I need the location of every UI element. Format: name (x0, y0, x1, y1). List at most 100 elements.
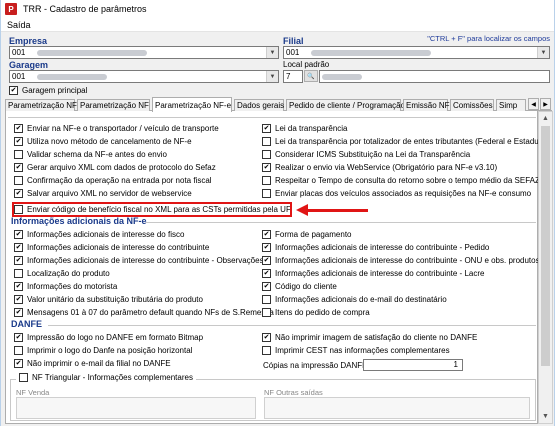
checkbox[interactable] (14, 295, 23, 304)
info-right-5[interactable]: Informações adicionais do e-mail do dest… (262, 295, 447, 304)
danfe-left-2[interactable]: Não imprimir o e-mail da filial no DANFE (14, 359, 171, 368)
tab-simp[interactable]: Simp (496, 99, 526, 111)
nfe-left-5[interactable]: Salvar arquivo XML no servidor de webser… (14, 189, 192, 198)
nf-venda-field[interactable] (16, 397, 256, 419)
filial-select[interactable]: 001 ▼ (283, 46, 550, 59)
nfe-right-0[interactable]: Lei da transparência (262, 124, 348, 133)
checkbox[interactable] (14, 333, 23, 342)
triangular-checkbox[interactable] (19, 373, 28, 382)
tab-scroll-right-icon[interactable]: ▶ (540, 98, 551, 110)
chevron-down-icon[interactable]: ▼ (266, 47, 278, 58)
checkbox[interactable] (14, 163, 23, 172)
tab-dados-gerais[interactable]: Dados gerais (234, 99, 284, 111)
checkbox[interactable] (14, 308, 23, 317)
empresa-select[interactable]: 001 ▼ (9, 46, 279, 59)
danfe-copies-input[interactable]: 1 (363, 359, 463, 371)
tab-parametrizacao-nf-1[interactable]: Parametrização NF (5, 99, 77, 111)
checkbox-label: Informações adicionais de interesse do c… (275, 256, 540, 265)
danfe-right-1[interactable]: Imprimir CEST nas informações complement… (262, 346, 450, 355)
nfe-left-4[interactable]: Confirmação da operação na entrada por n… (14, 176, 212, 185)
nfe-right-2[interactable]: Considerar ICMS Substituição na Lei da T… (262, 150, 470, 159)
tab-scroll-left-icon[interactable]: ◀ (528, 98, 539, 110)
tab-parametrizacao-nf-2[interactable]: Parametrização NF (77, 99, 150, 111)
info-right-4[interactable]: Código do cliente (262, 282, 337, 291)
checkbox[interactable] (14, 243, 23, 252)
checkbox[interactable] (262, 137, 271, 146)
checkbox[interactable] (262, 243, 271, 252)
nfe-right-4[interactable]: Respeitar o Tempo de consulta do retorno… (262, 176, 540, 185)
nf-outras-field[interactable] (264, 397, 530, 419)
info-right-2[interactable]: Informações adicionais de interesse do c… (262, 256, 540, 265)
info-left-1[interactable]: Informações adicionais de interesse do c… (14, 243, 209, 252)
checkbox[interactable] (14, 346, 23, 355)
garagem-principal-checkbox[interactable] (9, 86, 18, 95)
scroll-up-icon[interactable]: ▲ (539, 112, 552, 125)
checkbox[interactable] (14, 230, 23, 239)
tab-parametrizacao-nfe[interactable]: Parametrização NF-e (152, 97, 232, 112)
info-right-1[interactable]: Informações adicionais de interesse do c… (262, 243, 489, 252)
checkbox[interactable] (262, 269, 271, 278)
danfe-left-0[interactable]: Impressão do logo no DANFE em formato Bi… (14, 333, 203, 342)
tab-emissao-nf[interactable]: Emissão NF (403, 99, 450, 111)
info-right-3[interactable]: Informações adicionais de interesse do c… (262, 269, 484, 278)
triangular-checkbox-row[interactable]: NF Triangular - Informações complementar… (16, 373, 196, 382)
tab-pedido-cliente[interactable]: Pedido de cliente / Programação (286, 99, 405, 111)
checkbox[interactable] (262, 308, 271, 317)
info-left-6[interactable]: Mensagens 01 à 07 do parâmetro default q… (14, 308, 274, 317)
garagem-select[interactable]: 001 ▼ (9, 70, 279, 83)
info-right-6[interactable]: Itens do pedido de compra (262, 308, 370, 317)
nfe-left-1[interactable]: Utiliza novo método de cancelamento de N… (14, 137, 192, 146)
nfe-right-3[interactable]: Realizar o envio via WebService (Obrigat… (262, 163, 497, 172)
title-bar[interactable]: P TRR - Cadastro de parâmetros (1, 0, 554, 18)
checkbox[interactable] (14, 124, 23, 133)
nfe-left-3[interactable]: Gerar arquivo XML com dados de protocolo… (14, 163, 216, 172)
checkbox-label: Informações adicionais de interesse do c… (275, 243, 490, 252)
checkbox[interactable] (262, 189, 271, 198)
checkbox[interactable] (262, 256, 271, 265)
nfe-right-1[interactable]: Lei da transparência por totalizador de … (262, 137, 548, 146)
checkbox-label: Respeitar o Tempo de consulta do retorno… (275, 176, 540, 185)
checkbox[interactable] (262, 346, 271, 355)
local-padrao-input[interactable]: 7 (283, 70, 303, 83)
info-left-3[interactable]: Localização do produto (14, 269, 110, 278)
checkbox[interactable] (14, 256, 23, 265)
checkbox[interactable] (262, 295, 271, 304)
checkbox[interactable] (14, 176, 23, 185)
nfe-right-5[interactable]: Enviar placas dos veículos associados as… (262, 189, 531, 198)
local-padrao-value: 7 (286, 72, 291, 81)
info-right-0[interactable]: Forma de pagamento (262, 230, 352, 239)
garagem-principal-checkbox-row[interactable]: Garagem principal (9, 86, 87, 95)
checkbox[interactable] (262, 150, 271, 159)
nfe-left-2[interactable]: Validar schema da NF-e antes do envio (14, 150, 167, 159)
garagem-label: Garagem (9, 60, 49, 70)
checkbox[interactable] (14, 189, 23, 198)
checkbox[interactable] (14, 359, 23, 368)
info-left-5[interactable]: Valor unitário da substituição tributári… (14, 295, 203, 304)
danfe-left-1[interactable]: Imprimir o logo do Danfe na posição hori… (14, 346, 192, 355)
checkbox[interactable] (262, 333, 271, 342)
checkbox[interactable] (262, 163, 271, 172)
checkbox[interactable] (14, 150, 23, 159)
nfe-left-0[interactable]: Enviar na NF-e o transportador / veículo… (14, 124, 219, 133)
checkbox[interactable] (14, 282, 23, 291)
checkbox[interactable] (262, 282, 271, 291)
scroll-down-icon[interactable]: ▼ (539, 410, 552, 423)
scroll-thumb[interactable] (541, 126, 550, 366)
danfe-right-0[interactable]: Não imprimir imagem de satisfação do cli… (262, 333, 477, 342)
vertical-scrollbar[interactable]: ▲ ▼ (538, 111, 553, 424)
info-left-2[interactable]: Informações adicionais de interesse do c… (14, 256, 264, 265)
checkbox[interactable] (262, 124, 271, 133)
search-icon[interactable]: 🔍 (304, 70, 318, 82)
checkbox-label: Validar schema da NF-e antes do envio (27, 150, 167, 159)
checkbox[interactable] (262, 176, 271, 185)
tab-comissoes[interactable]: Comissões (450, 99, 494, 111)
info-left-0[interactable]: Informações adicionais de interesse do f… (14, 230, 184, 239)
checkbox-label: Não imprimir imagem de satisfação do cli… (275, 333, 478, 342)
checkbox[interactable] (14, 137, 23, 146)
chevron-down-icon[interactable]: ▼ (266, 71, 278, 82)
menu-exit[interactable]: Saída (7, 20, 31, 30)
info-left-4[interactable]: Informações do motorista (14, 282, 117, 291)
checkbox[interactable] (14, 269, 23, 278)
chevron-down-icon[interactable]: ▼ (537, 47, 549, 58)
checkbox[interactable] (262, 230, 271, 239)
